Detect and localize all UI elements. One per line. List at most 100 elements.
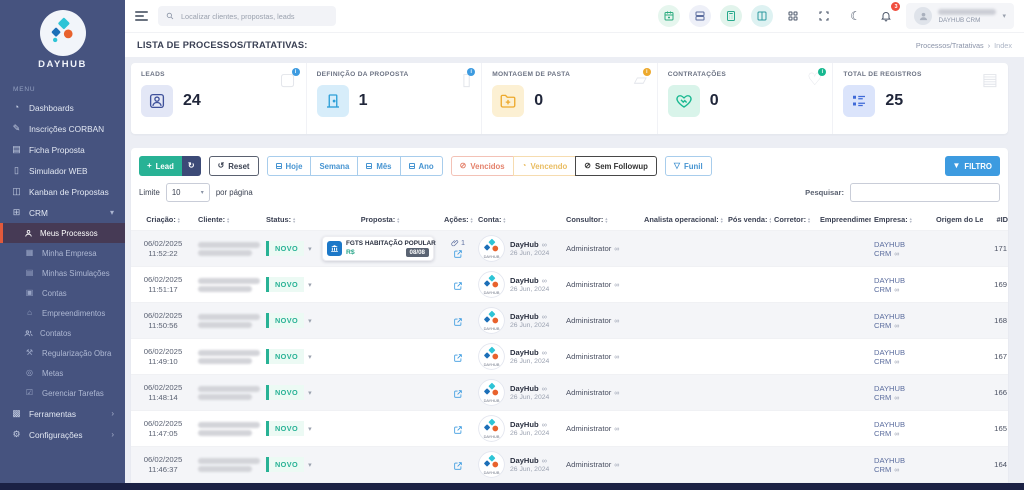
empresa-link[interactable]: DAYHUB CRM [874, 456, 905, 474]
sidebar-item-crm[interactable]: ⊞ CRM ▾ [0, 202, 125, 223]
sidebar-item-dashboards[interactable]: ◔ Dashboards [0, 97, 125, 118]
reset-button[interactable]: ↺ Reset [208, 156, 259, 176]
conta-link[interactable]: DayHub [510, 240, 539, 249]
link-icon: ∞ [614, 318, 620, 325]
col-origem[interactable]: Origem do Lead:▴▾ [933, 209, 983, 231]
chevron-down-icon[interactable]: ▾ [308, 462, 312, 469]
open-record-icon[interactable] [444, 389, 472, 399]
breadcrumb-section[interactable]: Processos/Tratativas [916, 41, 984, 50]
status-badge[interactable]: NOVO [266, 421, 305, 436]
col-acoes[interactable]: Ações: ▴ ▾ [441, 209, 475, 231]
sidebar-item-simulador-web[interactable]: ▯ Simulador WEB [0, 160, 125, 181]
sidebar-item-empreendimentos[interactable]: ⌂ Empreendimentos [0, 303, 125, 323]
chevron-down-icon[interactable]: ▾ [308, 282, 312, 289]
filter-sem-followup-button[interactable]: ⊘ Sem Followup [575, 156, 657, 176]
chevron-down-icon[interactable]: ▾ [308, 246, 312, 253]
col-pos-venda[interactable]: Pós venda:▴▾ [725, 209, 771, 231]
col-consultor[interactable]: Consultor: ▴ ▾ [563, 209, 641, 231]
empresa-link[interactable]: DAYHUB CRM [874, 240, 905, 258]
user-menu[interactable]: DAYHUB CRM ▾ [906, 3, 1014, 29]
sidebar-item-minha-empresa[interactable]: ▦ Minha Empresa [0, 243, 125, 263]
conta-link[interactable]: DayHub [510, 312, 539, 321]
menu-toggle-icon[interactable] [135, 11, 148, 21]
chevron-down-icon[interactable]: ▾ [308, 390, 312, 397]
conta-link[interactable]: DayHub [510, 456, 539, 465]
col-empresa[interactable]: Empresa: ▴ ▾ [871, 209, 933, 231]
dark-mode-icon[interactable]: ☾ [844, 5, 866, 27]
notifications-icon[interactable]: 3 [875, 2, 901, 27]
filter-funil-button[interactable]: ▽ Funil [664, 156, 712, 176]
fullscreen-icon[interactable] [813, 5, 835, 27]
open-record-icon[interactable] [444, 317, 472, 327]
add-lead-button[interactable]: + Lead [139, 156, 182, 176]
col-corretor[interactable]: Corretor: ▴ ▾ [771, 209, 817, 231]
status-badge[interactable]: NOVO [266, 277, 305, 292]
sidebar-item-meus-processos[interactable]: Meus Processos [0, 223, 125, 243]
col-empreendimento[interactable]: Empreendimento:▴▾ [817, 209, 871, 231]
status-badge[interactable]: NOVO [266, 241, 305, 256]
brand-logo[interactable]: DAYHUB [0, 0, 125, 76]
cards-icon[interactable] [689, 5, 712, 27]
col-id[interactable]: #ID▴▾ [983, 209, 1008, 231]
filter-ano-button[interactable]: Ano [399, 156, 443, 176]
sidebar-item-configuracoes[interactable]: ⚙ Configurações › [0, 424, 125, 445]
calendar-icon[interactable] [658, 5, 681, 27]
open-record-icon[interactable] [444, 281, 472, 291]
sidebar-item-contatos[interactable]: Contatos [0, 323, 125, 343]
calculator-icon[interactable] [720, 5, 743, 27]
global-search-input[interactable] [179, 10, 328, 22]
sidebar-item-contas[interactable]: ▣ Contas [0, 283, 125, 303]
empresa-link[interactable]: DAYHUB CRM [874, 384, 905, 402]
document-icon: ▤ [12, 144, 21, 154]
chevron-down-icon[interactable]: ▾ [308, 318, 312, 325]
status-badge[interactable]: NOVO [266, 313, 305, 328]
chevron-down-icon[interactable]: ▾ [308, 354, 312, 361]
apps-grid-icon[interactable] [782, 5, 804, 27]
sidebar-item-ferramentas[interactable]: ▩ Ferramentas › [0, 403, 125, 424]
col-status[interactable]: Status: ▴ ▾ [263, 209, 319, 231]
col-proposta[interactable]: Proposta: ▴ ▾ [319, 209, 441, 231]
empresa-link[interactable]: DAYHUB CRM [874, 348, 905, 366]
status-badge[interactable]: NOVO [266, 385, 305, 400]
empresa-link[interactable]: DAYHUB CRM [874, 312, 905, 330]
col-analista[interactable]: Analista operacional: ▴ ▾ [641, 209, 725, 231]
col-criacao[interactable]: Criação: ▴ ▾ [131, 209, 195, 231]
open-record-icon[interactable] [444, 425, 472, 435]
open-record-icon[interactable] [444, 249, 472, 259]
filter-hoje-button[interactable]: Hoje [266, 156, 312, 176]
table-search-input[interactable] [850, 183, 1000, 202]
filter-vencendo-button[interactable]: ◔ Vencendo [512, 156, 577, 176]
acoes-cell [441, 338, 475, 375]
sidebar-item-regularizacao-obra[interactable]: ⚒ Regularização Obra [0, 343, 125, 363]
conta-link[interactable]: DayHub [510, 276, 539, 285]
conta-link[interactable]: DayHub [510, 420, 539, 429]
filter-mes-button[interactable]: Mês [357, 156, 401, 176]
proposta-cell [319, 338, 441, 375]
status-badge[interactable]: NOVO [266, 349, 305, 364]
col-cliente[interactable]: Cliente: ▴ ▾ [195, 209, 263, 231]
refresh-button[interactable]: ↻ [181, 156, 201, 176]
filter-semana-button[interactable]: Semana [310, 156, 359, 176]
empresa-link[interactable]: DAYHUB CRM [874, 420, 905, 438]
attachments-count[interactable]: 1 [444, 238, 472, 247]
filtro-button[interactable]: ▼ FILTRO [944, 156, 1000, 176]
empresa-link[interactable]: DAYHUB CRM [874, 276, 905, 294]
global-search[interactable] [158, 6, 336, 26]
proposta-card[interactable]: FGTS HABITAÇÃO POPULAR R$ 08/08 [322, 236, 436, 261]
columns-icon[interactable] [751, 5, 774, 27]
sidebar-item-metas[interactable]: ◎ Metas [0, 363, 125, 383]
col-conta[interactable]: Conta: ▴ ▾ [475, 209, 563, 231]
conta-link[interactable]: DayHub [510, 384, 539, 393]
sidebar-item-inscricoes-corban[interactable]: ✎ Inscrições CORBAN [0, 118, 125, 139]
open-record-icon[interactable] [444, 353, 472, 363]
limit-select[interactable]: 10 ▾ [165, 183, 210, 202]
sidebar-item-kanban[interactable]: ◫ Kanban de Propostas [0, 181, 125, 202]
sidebar-item-ficha-proposta[interactable]: ▤ Ficha Proposta [0, 139, 125, 160]
status-badge[interactable]: NOVO [266, 457, 305, 472]
conta-link[interactable]: DayHub [510, 348, 539, 357]
sidebar-item-gerenciar-tarefas[interactable]: ☑ Gerenciar Tarefas [0, 383, 125, 403]
filter-vencidos-button[interactable]: ⊘ Vencidos [450, 156, 514, 176]
chevron-down-icon[interactable]: ▾ [308, 426, 312, 433]
sidebar-item-minhas-simulacoes[interactable]: ▤ Minhas Simulações [0, 263, 125, 283]
open-record-icon[interactable] [444, 461, 472, 471]
